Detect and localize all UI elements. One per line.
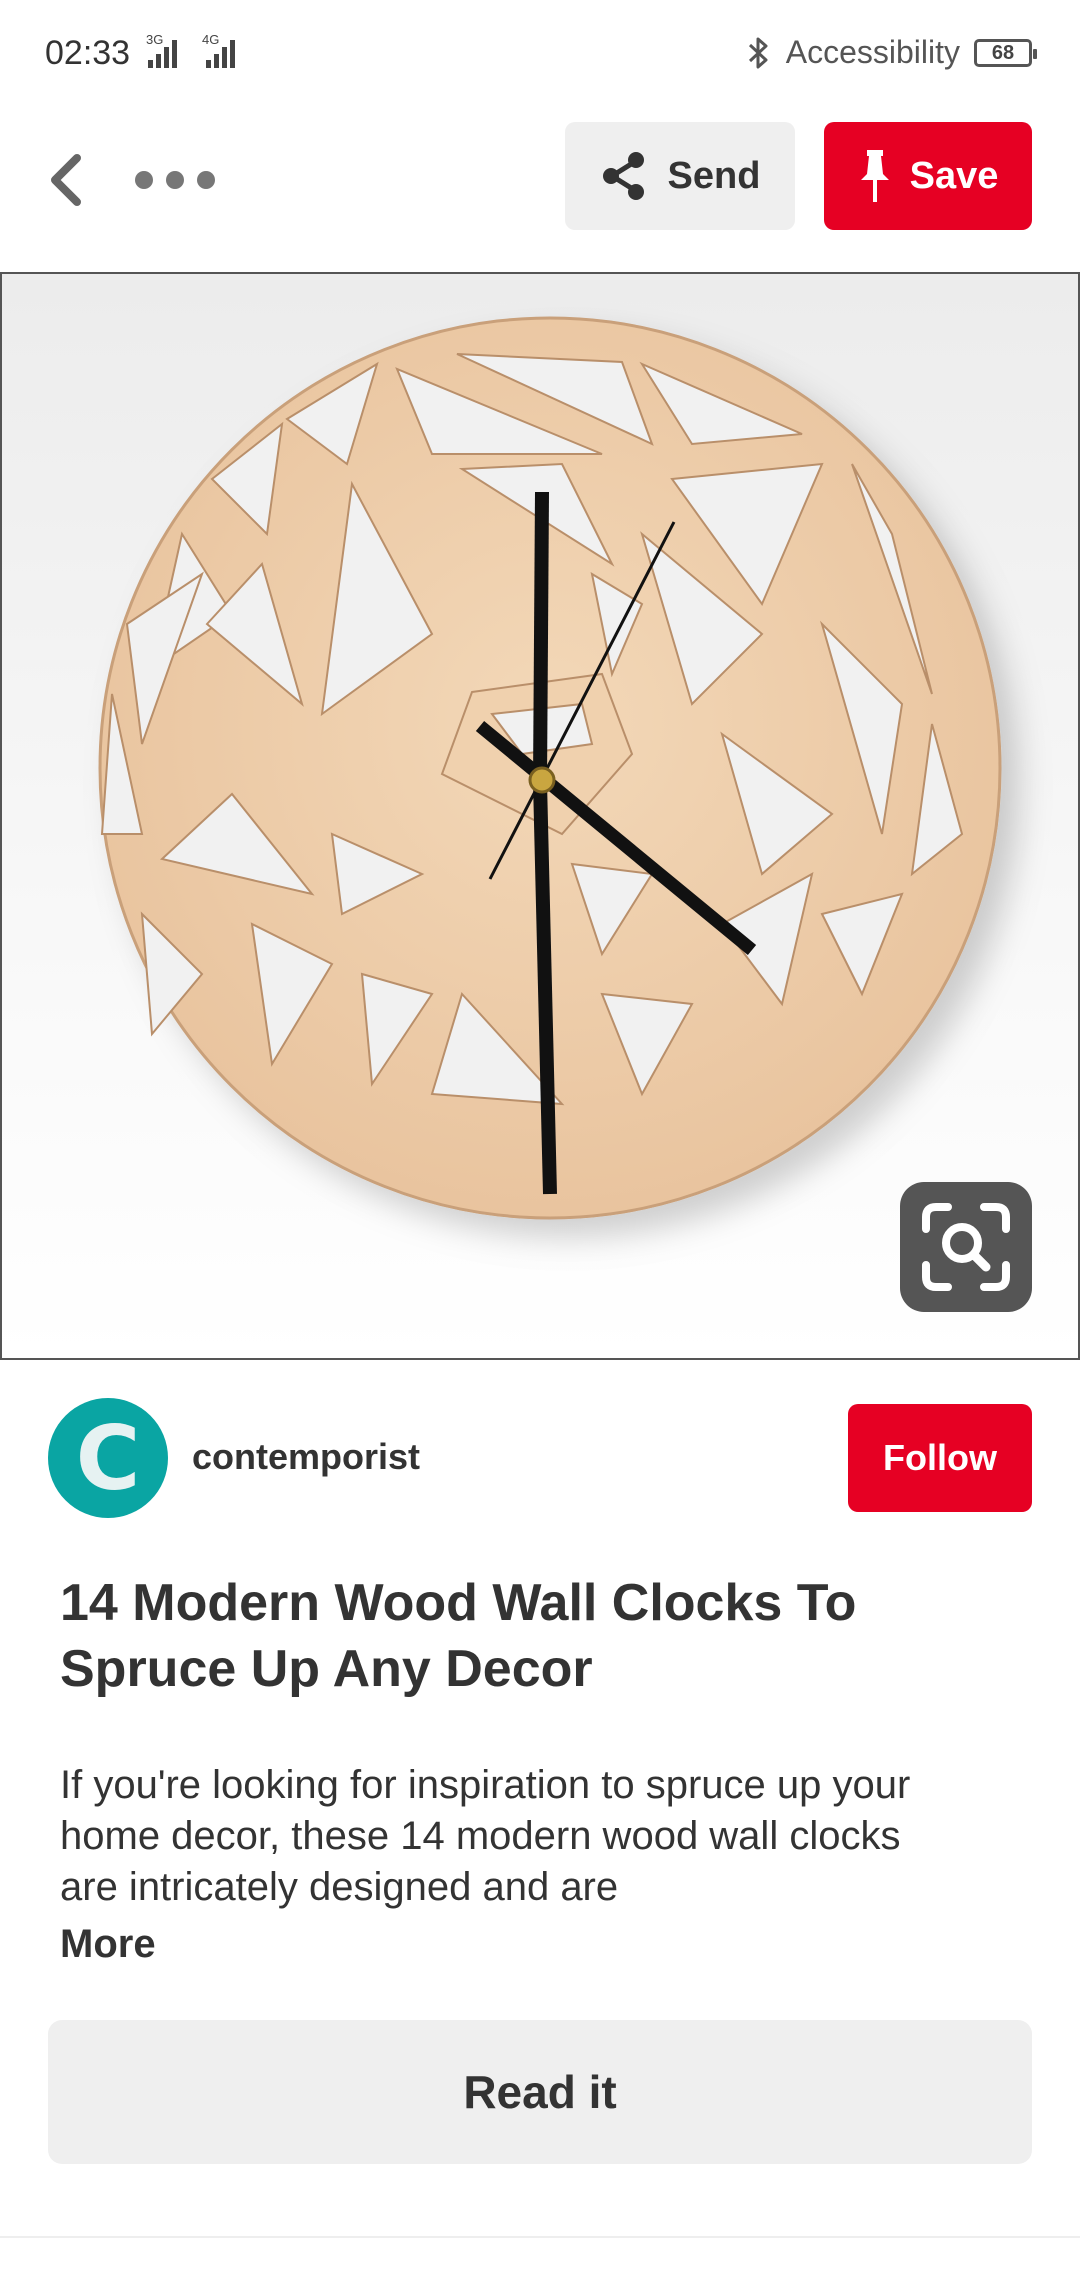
- send-label: Send: [667, 154, 761, 197]
- signal-4g-label: 4G: [202, 32, 220, 47]
- more-dot-icon: [166, 171, 184, 189]
- signal-3g-label: 3G: [146, 32, 164, 47]
- more-options-button[interactable]: [135, 162, 215, 198]
- more-dot-icon: [197, 171, 215, 189]
- pin-description: If you're looking for inspiration to spr…: [60, 1763, 911, 1909]
- battery-level: 68: [991, 41, 1015, 64]
- status-time: 02:33: [45, 34, 131, 72]
- divider: [0, 2236, 1080, 2238]
- lens-search-icon: [922, 1203, 1010, 1291]
- more-link[interactable]: More: [60, 1922, 156, 1967]
- chevron-left-icon: [51, 154, 81, 206]
- battery-icon: 68: [974, 38, 1037, 67]
- send-button[interactable]: Send: [565, 122, 795, 230]
- save-label: Save: [909, 154, 999, 197]
- avatar-letter: C: [75, 1406, 141, 1510]
- visual-search-button[interactable]: [900, 1182, 1032, 1312]
- creator-row: C contemporist Follow: [0, 1380, 1080, 1530]
- read-it-button[interactable]: Read it: [48, 2020, 1032, 2164]
- action-bar: Send Save: [0, 110, 1080, 270]
- pin-title: 14 Modern Wood Wall Clocks To Spruce Up …: [60, 1574, 857, 1698]
- more-dot-icon: [135, 171, 153, 189]
- avatar[interactable]: C: [48, 1398, 168, 1518]
- pin-icon: [860, 150, 889, 202]
- status-right: Accessibility 68: [746, 34, 1037, 71]
- save-button[interactable]: Save: [824, 122, 1032, 230]
- creator-name[interactable]: contemporist: [192, 1436, 420, 1478]
- bluetooth-icon: [748, 37, 768, 68]
- status-bar: 02:33 3G 4G Accessibility 68: [0, 0, 1080, 110]
- accessibility-label: Accessibility: [785, 34, 960, 70]
- follow-button[interactable]: Follow: [848, 1404, 1032, 1512]
- back-button[interactable]: [40, 145, 90, 215]
- signal-4g-icon: 4G: [202, 32, 246, 68]
- signal-3g-icon: 3G: [146, 32, 186, 68]
- share-icon: [602, 152, 644, 200]
